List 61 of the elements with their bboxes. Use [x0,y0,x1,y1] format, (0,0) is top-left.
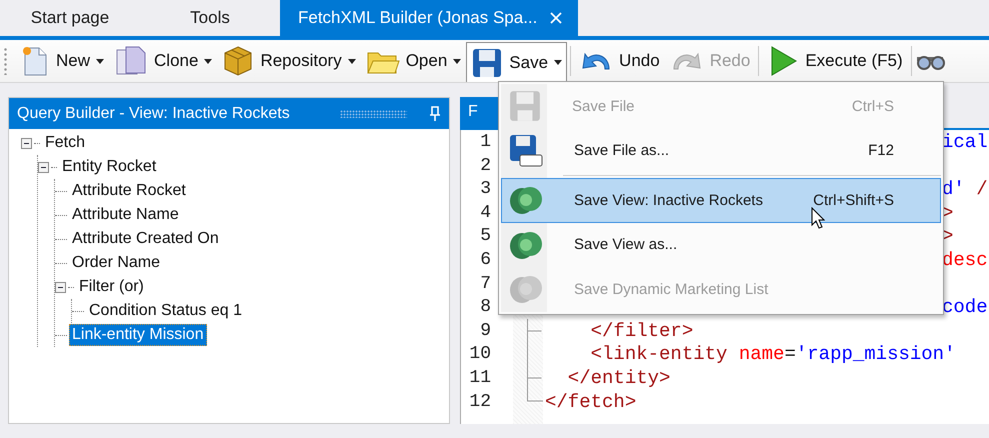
panel-title: Query Builder - View: Inactive Rockets [17,104,290,122]
toolbar-button[interactable]: Save [466,42,568,82]
tree-item[interactable]: Order Name [69,252,164,274]
code-line: ical [942,131,988,153]
caret-icon[interactable] [348,58,356,64]
caret-icon[interactable] [96,58,104,64]
toolbar-button[interactable]: Clone [109,42,218,80]
leaf-logo-icon [508,273,544,306]
code-line: </fetch> [545,390,636,413]
collapse-icon[interactable] [38,162,49,172]
caret-icon[interactable] [204,58,212,64]
menu-item[interactable]: Save View: Inactive Rockets Ctrl+Shift+S [501,178,941,222]
caret-icon[interactable] [554,60,562,65]
leaf-logo-icon [508,184,544,216]
title-bar-grip[interactable] [340,110,407,118]
toolbar-button[interactable]: Undo [574,42,665,80]
tree-item[interactable]: Fetch [42,132,88,154]
line-number: 8 [479,296,492,320]
tab[interactable]: FetchXML Builder (Jonas Spa... [280,0,578,36]
tree-item[interactable]: Filter (or) [76,276,147,298]
line-number: 11 [468,366,492,390]
mouse-pointer-icon [811,207,825,229]
toolbar-button[interactable]: New [15,42,110,80]
tree-item[interactable]: Entity Rocket [59,156,160,178]
line-number: 9 [479,320,492,343]
toolbar-button[interactable]: Repository [217,42,361,80]
line-number: 4 [479,202,492,225]
menu-item[interactable]: Save File as... F12 [501,128,941,173]
caret-icon[interactable] [453,58,462,64]
tree-item[interactable]: Attribute Created On [69,228,222,250]
tab[interactable]: Tools [140,0,280,36]
box-icon [222,45,254,77]
code-line: </filter> [590,320,694,342]
line-number: 12 [468,390,492,414]
tree-item[interactable]: Attribute Rocket [69,180,189,202]
toolbar-button[interactable]: Execute (F5) [762,42,908,80]
tree-item[interactable]: Link-entity Mission [69,324,207,346]
code-line: desc [942,248,988,271]
line-number: 2 [479,154,492,178]
code-line: <link-entity name='rapp_mission' [590,343,956,366]
tab[interactable]: Start page [0,0,140,36]
floppy-disk-icon [508,132,544,169]
collapse-icon[interactable] [21,138,32,148]
code-line: d' / [942,178,988,200]
line-number: 3 [479,178,492,202]
collapse-icon[interactable] [55,282,66,292]
copy-document-icon [114,45,148,77]
line-number: 1 [479,131,492,154]
toolbar-button[interactable]: Open [360,42,466,80]
code-line: </entity> [566,366,670,389]
tree-item[interactable]: Condition Status eq 1 [86,300,245,322]
line-number: 7 [479,272,492,296]
close-icon[interactable] [549,11,564,25]
line-number: 5 [479,225,492,248]
line-number: 10 [468,343,492,366]
toolbar-grip[interactable] [4,47,7,75]
menu-item[interactable]: Save View as... [501,222,941,267]
code-line: code [942,296,988,318]
line-number: 6 [479,248,492,272]
tree-item[interactable]: Attribute Name [69,204,182,226]
pin-icon[interactable] [429,106,441,122]
